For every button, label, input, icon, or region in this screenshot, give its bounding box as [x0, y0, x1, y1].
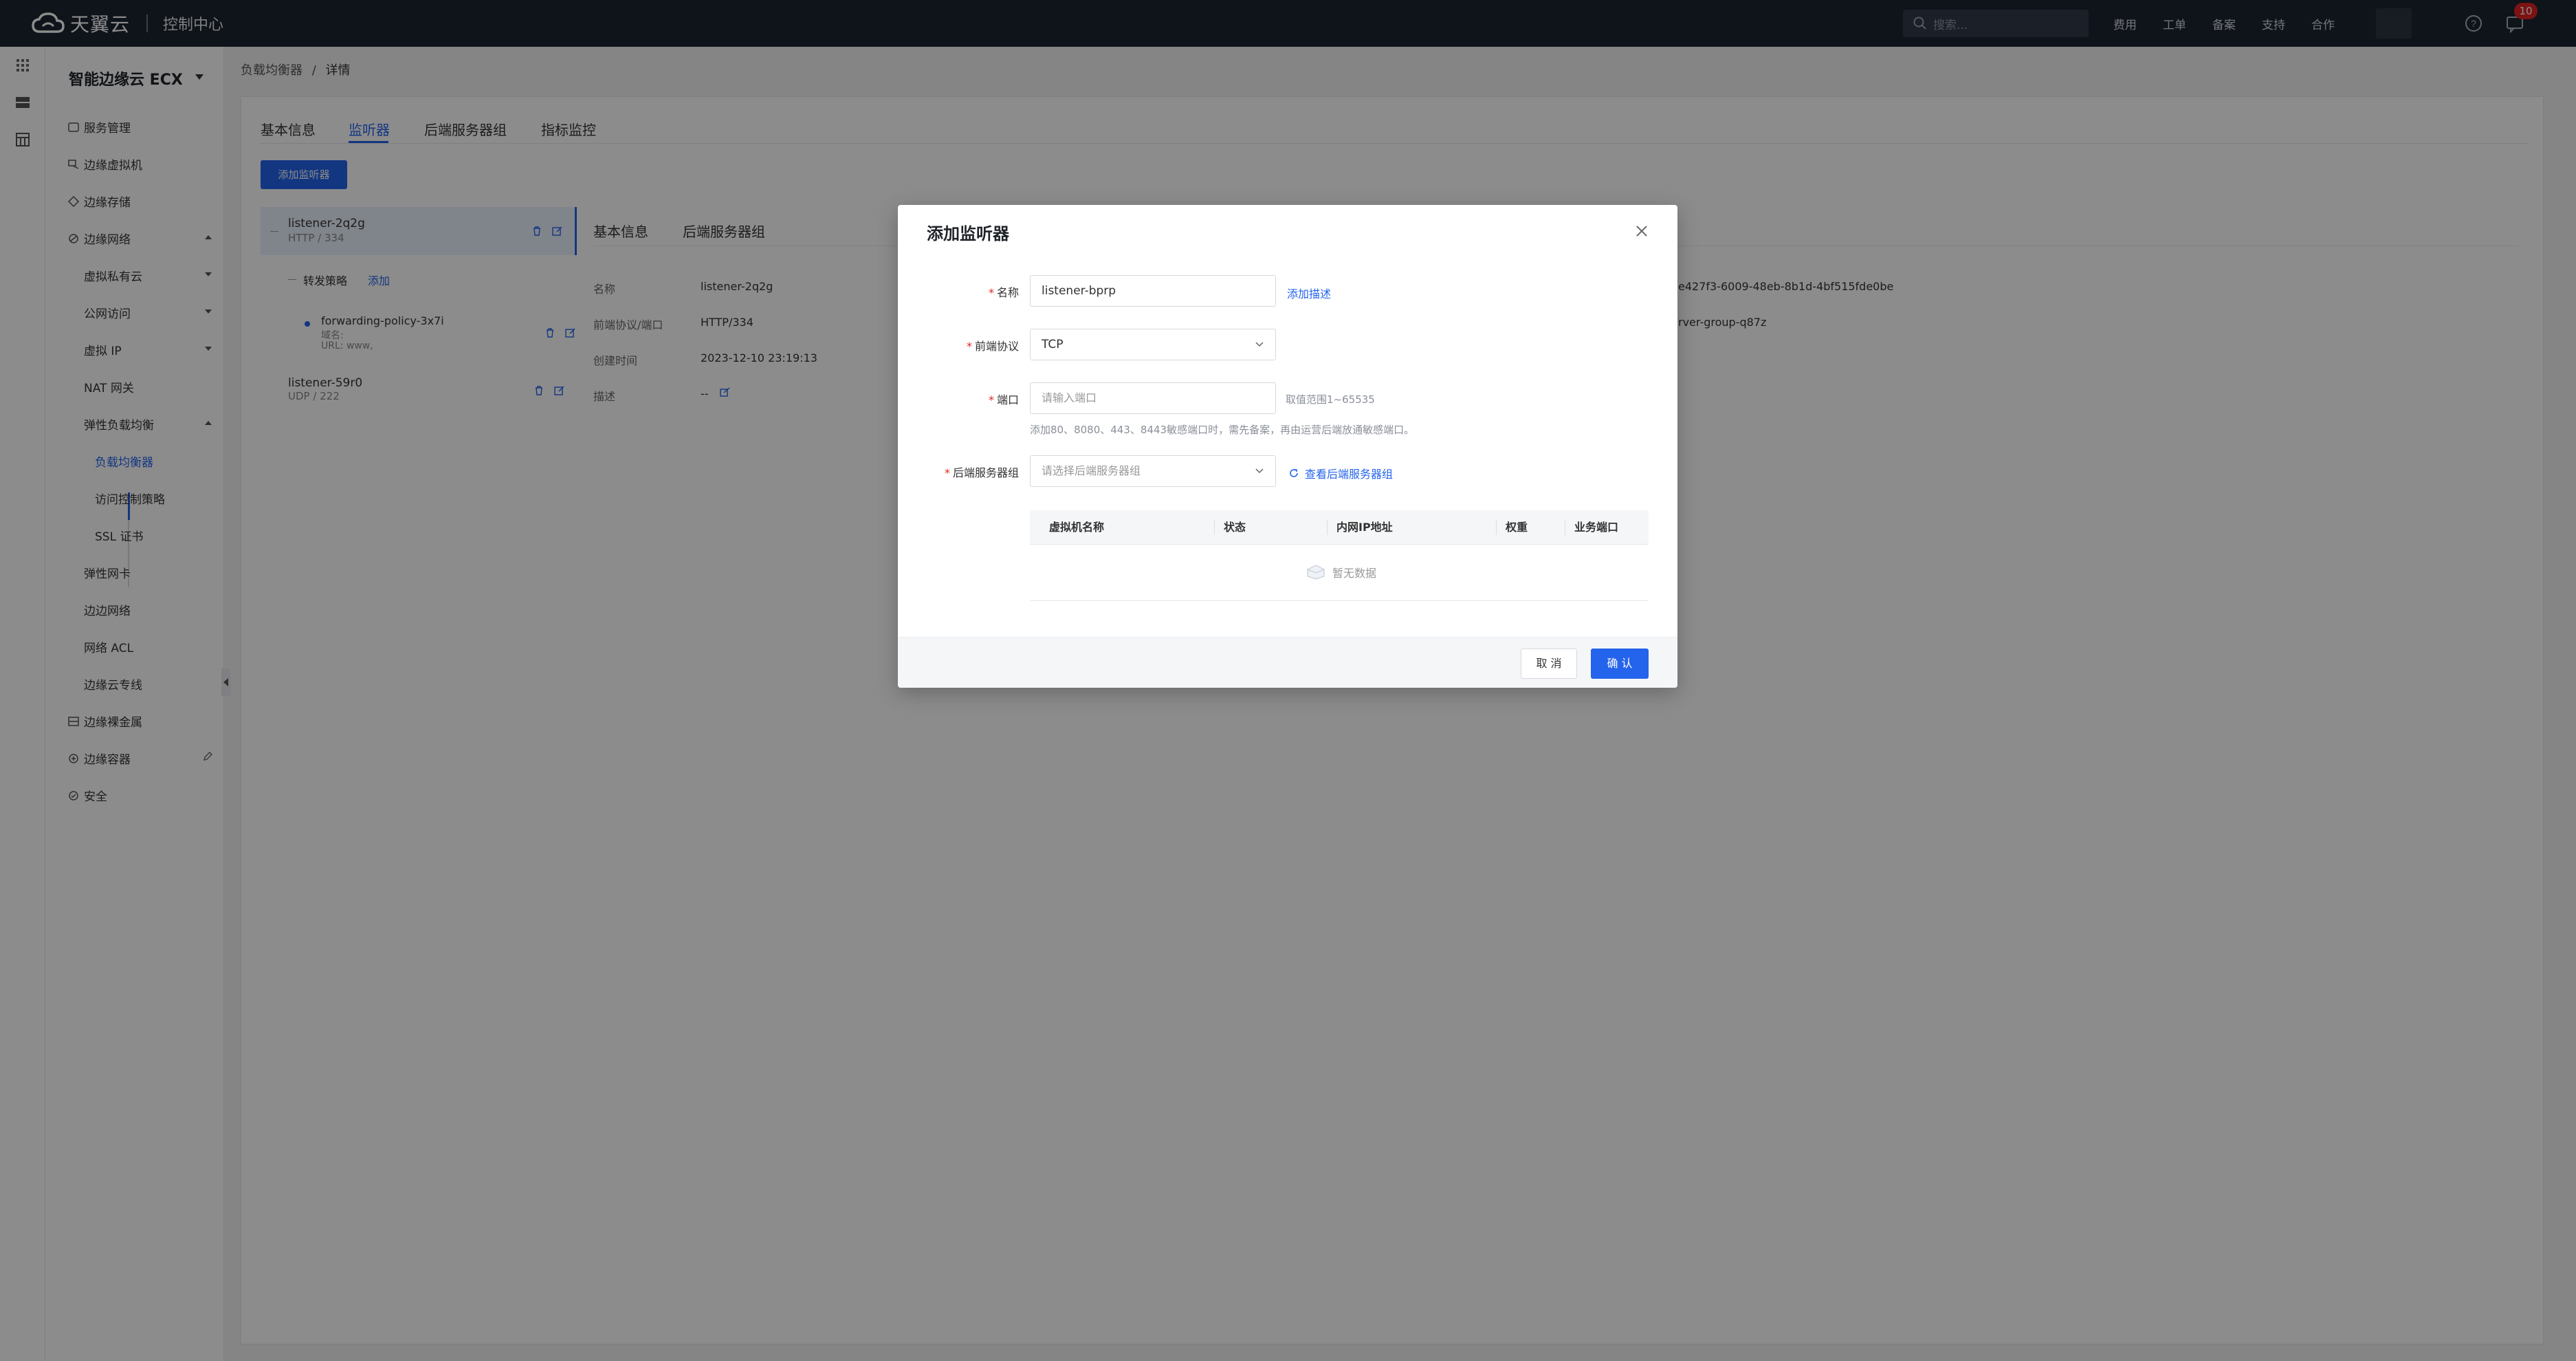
- table-empty-state: 暂无数据: [1030, 545, 1649, 601]
- empty-box-icon: [1307, 565, 1325, 580]
- refresh-icon: [1290, 469, 1298, 477]
- add-description-link[interactable]: 添加描述: [1287, 285, 1331, 301]
- server-group-select[interactable]: 请选择后端服务器组: [1030, 455, 1276, 487]
- dialog-footer: 取 消 确 认: [898, 637, 1677, 688]
- column-header: 业务端口: [1574, 521, 1619, 534]
- add-listener-dialog: 添加监听器 * 名称 listener-bprp 添加描述 * 前端协议 TCP *…: [898, 205, 1677, 688]
- column-header: 状态: [1224, 521, 1246, 534]
- column-header: 虚拟机名称: [1049, 521, 1105, 534]
- divider: [1214, 520, 1215, 535]
- port-input[interactable]: 请输入端口: [1030, 382, 1276, 414]
- port-range-hint: 取值范围1~65535: [1286, 393, 1375, 406]
- protocol-label: * 前端协议: [966, 340, 1019, 353]
- port-sensitive-hint: 添加80、8080、443、8443敏感端口时，需先备案，再由运营后端放通敏感端…: [1030, 424, 1415, 436]
- empty-text: 暂无数据: [1332, 567, 1377, 580]
- name-field[interactable]: listener-bprp: [1030, 275, 1276, 307]
- dialog-title: 添加监听器: [927, 224, 1009, 243]
- port-label: * 端口: [988, 393, 1019, 406]
- divider: [1327, 520, 1328, 535]
- chevron-down-icon: [1255, 342, 1264, 347]
- server-group-label: * 后端服务器组: [944, 466, 1019, 479]
- name-label: * 名称: [988, 286, 1019, 299]
- table-header: 虚拟机名称 状态 内网IP地址 权重 业务端口: [1030, 510, 1649, 545]
- protocol-value: TCP: [1042, 338, 1064, 351]
- column-header: 权重: [1506, 521, 1528, 534]
- close-icon[interactable]: [1633, 223, 1650, 239]
- cancel-button[interactable]: 取 消: [1521, 649, 1577, 679]
- view-server-group-link[interactable]: 查看后端服务器组: [1288, 465, 1393, 481]
- confirm-button[interactable]: 确 认: [1591, 649, 1649, 679]
- divider: [1496, 520, 1497, 535]
- column-header: 内网IP地址: [1336, 521, 1393, 534]
- chevron-down-icon: [1255, 468, 1264, 474]
- protocol-select[interactable]: TCP: [1030, 329, 1276, 360]
- view-server-group-label: 查看后端服务器组: [1305, 468, 1394, 481]
- server-group-placeholder: 请选择后端服务器组: [1042, 464, 1141, 477]
